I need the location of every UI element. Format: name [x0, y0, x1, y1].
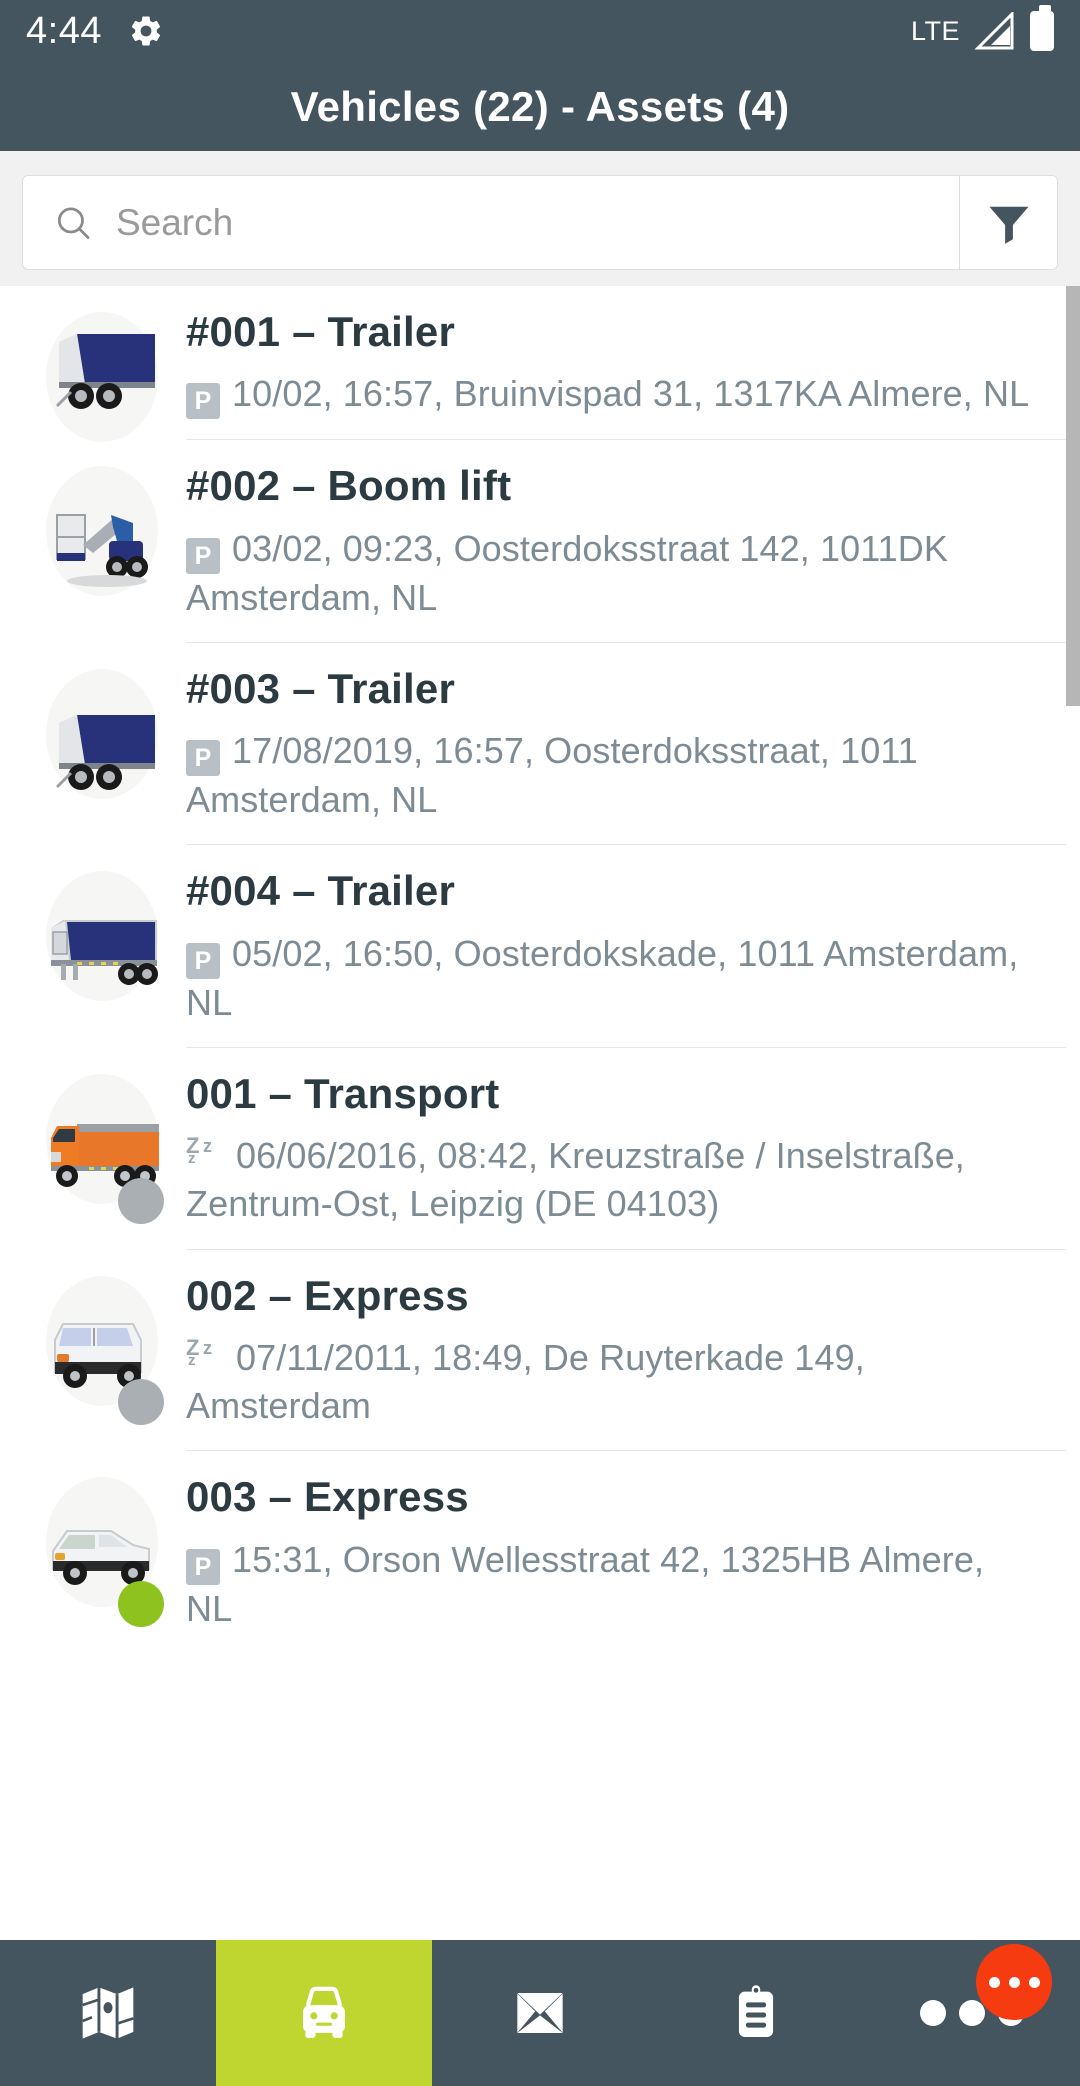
- vehicle-thumbnail: [18, 286, 186, 442]
- app-title-bar: Vehicles (22) - Assets (4): [0, 62, 1080, 151]
- search-input[interactable]: [115, 201, 959, 244]
- list-item-title: #001 – Trailer: [186, 308, 456, 355]
- list-item-title: 002 – Express: [186, 1271, 469, 1319]
- search-section: [0, 151, 1080, 296]
- clipboard-icon: [738, 1985, 774, 2037]
- nav-item-more[interactable]: [864, 1940, 1080, 2086]
- filter-button[interactable]: [959, 176, 1057, 269]
- vertical-scrollbar[interactable]: [1066, 286, 1080, 706]
- list-item-content: 002 – Express Zz z 07/11/2011, 18:49, De R…: [186, 1250, 1066, 1452]
- app-screen: 4:44 LTE Vehicles (22) - Assets (4) Sear…: [0, 0, 1080, 2086]
- parking-badge: P: [186, 740, 220, 777]
- map-icon: [82, 1987, 134, 2039]
- car-icon: [303, 1986, 345, 2038]
- nav-item-tasks[interactable]: [648, 1940, 864, 2086]
- list-item-content: 001 – Transport Zz z 06/06/2016, 08:42, Kr…: [186, 1048, 1066, 1250]
- bottom-navigation: [0, 1940, 1080, 2086]
- list-item-detail: P 17/08/2019, 16:57, Oosterdoksstraat, 10…: [186, 727, 1036, 824]
- list-item-content: #003 – Trailer P 17/08/2019, 16:57, Ooste…: [186, 643, 1066, 846]
- list-item-detail-text: 05/02, 16:50, Oosterdokskade, 1011 Amste…: [186, 932, 1019, 1023]
- battery-full-icon: [1030, 5, 1054, 51]
- nav-item-messages[interactable]: [432, 1940, 648, 2086]
- list-item[interactable]: #001 – Trailer P 10/02, 16:57, Bruinvispa…: [0, 286, 1066, 442]
- vehicle-thumbnail: [18, 1250, 186, 1452]
- list-item[interactable]: #003 – Trailer P 17/08/2019, 16:57, Ooste…: [0, 643, 1066, 846]
- vehicle-list-scrollpane[interactable]: #001 – Trailer P 10/02, 16:57, Bruinvispa…: [0, 286, 1080, 1940]
- list-item-detail: Zz z 06/06/2016, 08:42, Kreuzstraße / Inse…: [186, 1132, 1036, 1228]
- signal-icon: [974, 12, 1014, 50]
- list-item[interactable]: #004 – Trailer P 05/02, 16:50, Oosterdoks…: [0, 845, 1066, 1048]
- list-item-detail: P 15:31, Orson Wellesstraat 42, 1325HB Al…: [186, 1536, 1036, 1633]
- list-item-content: #002 – Boom lift P 03/02, 09:23, Oosterdo…: [186, 440, 1066, 643]
- status-time: 4:44: [26, 9, 102, 52]
- list-item-title: #004 – Trailer: [186, 867, 456, 915]
- more-dots-icon: [920, 1944, 1052, 2026]
- list-item[interactable]: 003 – Express P 15:31, Orson Wellesstraat…: [0, 1451, 1066, 1653]
- list-item[interactable]: 002 – Express Zz z 07/11/2011, 18:49, De R…: [0, 1250, 1066, 1452]
- list-item[interactable]: #002 – Boom lift P 03/02, 09:23, Oosterdo…: [0, 440, 1066, 643]
- box-trailer-icon: [55, 334, 155, 410]
- parking-badge: P: [186, 383, 220, 420]
- list-item-detail-text: 10/02, 16:57, Bruinvispad 31, 1317KA Alm…: [232, 373, 1030, 415]
- list-item-detail: P 10/02, 16:57, Bruinvispad 31, 1317KA Al…: [186, 370, 1036, 420]
- envelope-icon: [517, 1993, 563, 2033]
- sleep-badge: Zzz: [186, 1334, 213, 1369]
- status-dot: [118, 1379, 164, 1426]
- more-badge-icon: [976, 1944, 1052, 2020]
- list-item-content: #004 – Trailer P 05/02, 16:50, Oosterdoks…: [186, 845, 1066, 1048]
- list-item-title: 001 – Transport: [186, 1069, 500, 1117]
- list-item-detail-text: 15:31, Orson Wellesstraat 42, 1325HB Alm…: [186, 1538, 985, 1629]
- list-item-content: #001 – Trailer P 10/02, 16:57, Bruinvispa…: [186, 286, 1066, 441]
- search-field[interactable]: [23, 176, 959, 269]
- list-item-detail-text: 07/11/2011, 18:49, De Ruyterkade 149, Am…: [186, 1336, 865, 1427]
- box-trailer-icon: [55, 715, 155, 791]
- vehicle-thumbnail: [18, 1451, 186, 1653]
- nav-item-map[interactable]: [0, 1940, 216, 2086]
- vehicle-thumbnail: [18, 1048, 186, 1250]
- list-item[interactable]: 001 – Transport Zz z 06/06/2016, 08:42, Kr…: [0, 1048, 1066, 1250]
- vehicle-thumbnail: [18, 440, 186, 643]
- list-item-title: #003 – Trailer: [186, 664, 456, 712]
- list-item-detail-text: 06/06/2016, 08:42, Kreuzstraße / Inselst…: [186, 1135, 965, 1225]
- list-item-detail: P 03/02, 09:23, Oosterdoksstraat 142, 101…: [186, 525, 1036, 622]
- parking-badge: P: [186, 1548, 220, 1585]
- list-item-detail-text: 03/02, 09:23, Oosterdoksstraat 142, 1011…: [186, 527, 948, 618]
- vehicle-thumbnail: [18, 643, 186, 846]
- page-title: Vehicles (22) - Assets (4): [290, 82, 790, 130]
- parking-badge: P: [186, 537, 220, 574]
- gear-icon: [128, 13, 164, 49]
- list-item-title: 003 – Express: [186, 1473, 469, 1521]
- list-item-detail-text: 17/08/2019, 16:57, Oosterdoksstraat, 101…: [186, 730, 918, 821]
- list-item-content: 003 – Express P 15:31, Orson Wellesstraat…: [186, 1451, 1066, 1653]
- status-dot: [118, 1580, 164, 1627]
- status-dot: [118, 1177, 164, 1224]
- sleep-badge: Zzz: [186, 1133, 213, 1168]
- semi-trailer-icon: [51, 919, 158, 985]
- status-bar: 4:44 LTE: [0, 0, 1080, 62]
- boom-lift-icon: [56, 513, 148, 587]
- nav-item-vehicles[interactable]: [216, 1940, 432, 2086]
- parking-badge: P: [186, 942, 220, 979]
- vehicle-list[interactable]: #001 – Trailer P 10/02, 16:57, Bruinvispa…: [0, 286, 1080, 1940]
- list-item-title: #002 – Boom lift: [186, 462, 512, 510]
- search-icon: [57, 206, 90, 239]
- filter-funnel-icon: [989, 206, 1028, 244]
- status-indicators: LTE: [910, 5, 1054, 51]
- list-item-detail: P 05/02, 16:50, Oosterdokskade, 1011 Amst…: [186, 930, 1036, 1027]
- search-bar: [22, 175, 1058, 270]
- list-item-detail: Zz z 07/11/2011, 18:49, De Ruyterkade 149,…: [186, 1334, 1036, 1430]
- network-type-label: LTE: [910, 15, 960, 46]
- vehicle-thumbnail: [18, 845, 186, 1048]
